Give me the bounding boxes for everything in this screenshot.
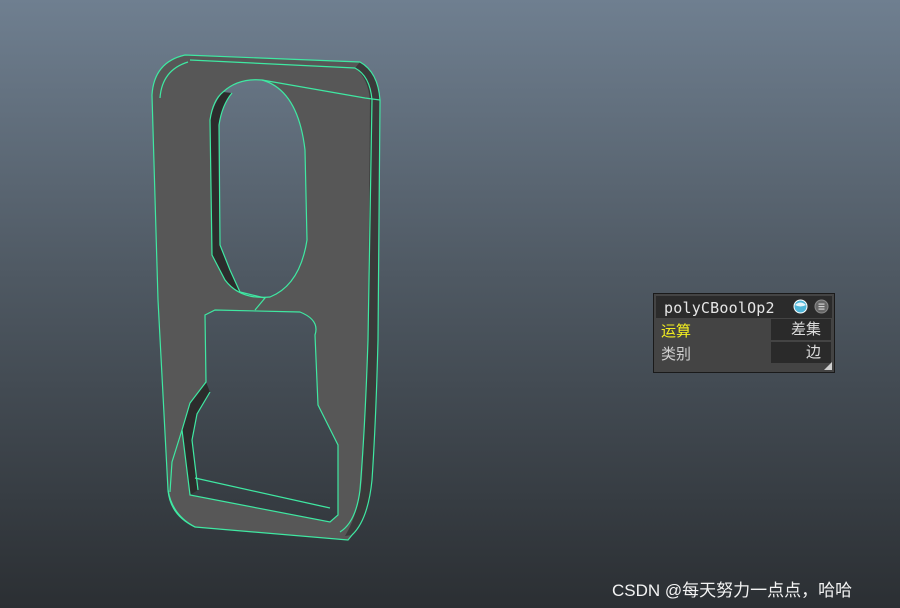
attr-row-classification[interactable]: 类别 边 (658, 342, 831, 363)
node-header[interactable]: polyCBoolOp2 (656, 296, 832, 318)
node-name: polyCBoolOp2 (664, 299, 775, 317)
watermark-text: CSDN @每天努力一点点，哈哈 (612, 581, 853, 600)
attr-row-operation[interactable]: 运算 差集 (658, 319, 831, 340)
attr-value-classification[interactable]: 边 (771, 342, 831, 363)
attr-label-classification: 类别 (661, 345, 692, 363)
attr-label-operation: 运算 (661, 322, 692, 340)
maya-3d-viewport[interactable]: polyCBoolOp2 运算 差集 类别 边 CSDN @每天努力一点点，哈哈 (0, 0, 900, 608)
shaded-sphere-icon[interactable] (793, 299, 808, 314)
attr-value-operation[interactable]: 差集 (771, 319, 831, 340)
menu-icon[interactable] (814, 299, 829, 314)
channel-box-panel[interactable]: polyCBoolOp2 运算 差集 类别 边 (653, 293, 835, 373)
resize-grip-icon[interactable] (824, 362, 832, 370)
